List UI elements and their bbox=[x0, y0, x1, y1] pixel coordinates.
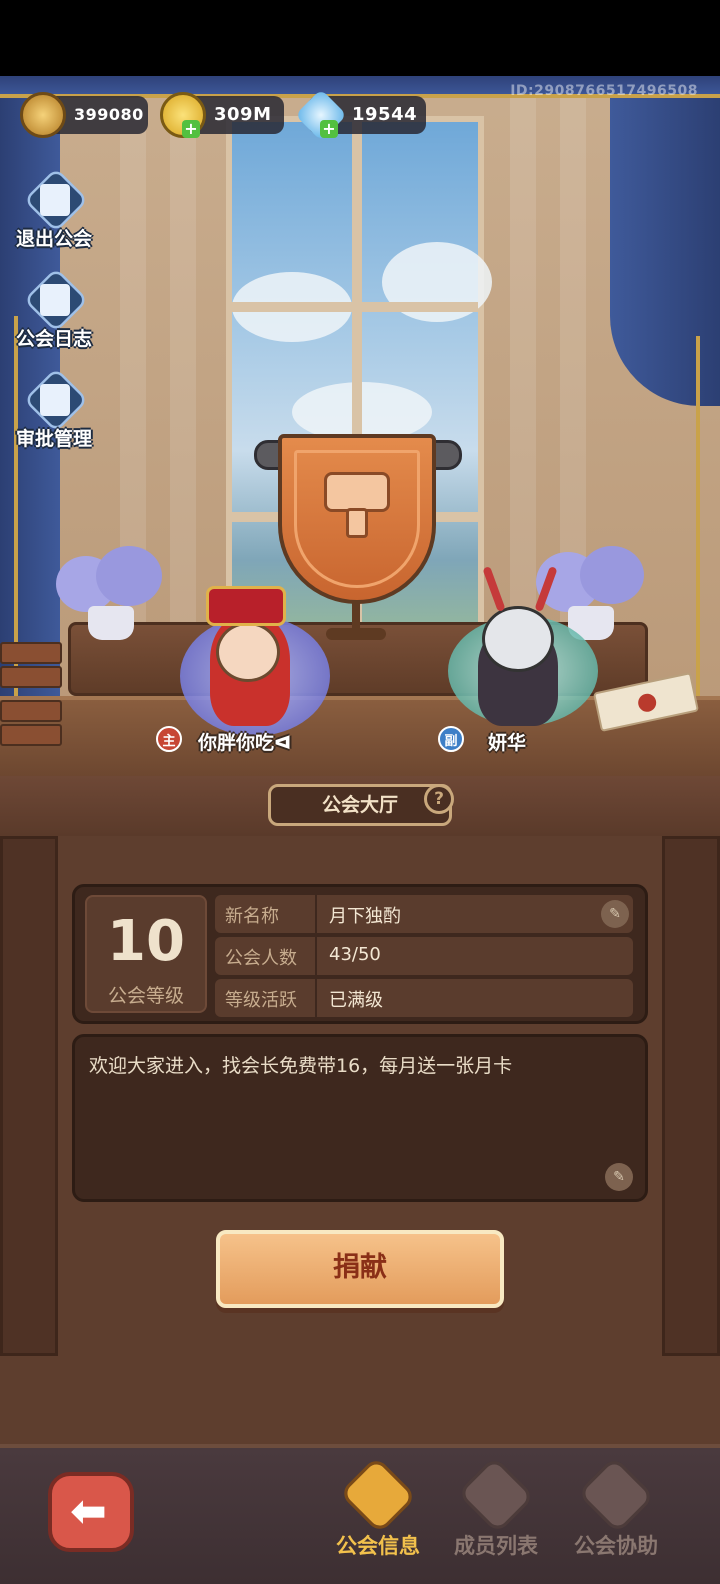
guild-level-card: 10 公会等级 bbox=[85, 895, 207, 1013]
tab-member-list[interactable]: 成员列表 bbox=[436, 1448, 556, 1584]
medal-icon bbox=[20, 92, 66, 138]
add-gold-icon[interactable]: + bbox=[182, 120, 200, 138]
member-count-key: 公会人数 bbox=[225, 948, 297, 969]
guild-name-value: 月下独酌 bbox=[329, 906, 401, 927]
tab-guild-assist[interactable]: 公会协助 bbox=[556, 1448, 676, 1584]
tab-guild-assist-label: 公会协助 bbox=[574, 1534, 658, 1558]
help-icon[interactable]: ? bbox=[424, 784, 454, 814]
exit-guild-button[interactable]: 退出公会 bbox=[10, 167, 98, 262]
handshake-icon bbox=[576, 1455, 656, 1535]
activity-value: 已满级 bbox=[329, 990, 383, 1011]
curtain-right bbox=[610, 76, 720, 406]
flower-vase-left bbox=[56, 546, 166, 646]
guild-level-label: 公会等级 bbox=[107, 985, 184, 1007]
bottom-navbar: ⬅ 公会信息 成员列表 公会协助 bbox=[0, 1444, 720, 1584]
approval-label: 审批管理 bbox=[15, 428, 92, 450]
guild-log-button[interactable]: 公会日志 bbox=[10, 267, 98, 362]
deputy-badge: 副 bbox=[438, 726, 464, 752]
hammer-emblem-icon bbox=[324, 472, 390, 538]
activity-key: 等级活跃 bbox=[225, 990, 297, 1011]
player-uid: ID:2908766517496508 bbox=[510, 83, 698, 99]
crystal-currency[interactable]: + 19544 bbox=[294, 88, 426, 142]
leader-badge: 主 bbox=[156, 726, 182, 752]
tab-guild-info[interactable]: 公会信息 bbox=[318, 1448, 438, 1584]
guild-name-row: 新名称 月下独酌 ✎ bbox=[215, 895, 633, 933]
member-list-icon bbox=[456, 1455, 536, 1535]
status-bar bbox=[0, 0, 720, 76]
guild-info-panel: 公会大厅 ? 10 公会等级 新名称 月下独酌 ✎ 公会人数 43/50 等级活… bbox=[0, 776, 720, 1444]
deputy-name: 妍华 bbox=[488, 732, 527, 754]
add-crystal-icon[interactable]: + bbox=[320, 120, 338, 138]
guild-notice: 欢迎大家进入，找会长免费带16，每月送一张月卡 ✎ bbox=[72, 1034, 648, 1202]
gold-currency[interactable]: + 309M bbox=[160, 92, 284, 138]
edit-notice-icon[interactable]: ✎ bbox=[605, 1163, 633, 1191]
donate-button[interactable]: 捐献 bbox=[216, 1230, 504, 1308]
medal-currency[interactable]: 399080 bbox=[20, 92, 148, 138]
medal-value: 399080 bbox=[74, 105, 144, 124]
back-button[interactable]: ⬅ bbox=[48, 1472, 134, 1552]
guild-notice-text: 欢迎大家进入，找会长免费带16，每月送一张月卡 bbox=[89, 1055, 513, 1077]
guild-level-value: 10 bbox=[107, 909, 185, 974]
gold-value: 309M bbox=[214, 104, 272, 125]
leader-name: 你胖你吃ᐊ bbox=[198, 732, 292, 754]
crystal-value: 19544 bbox=[352, 104, 418, 125]
tab-member-list-label: 成员列表 bbox=[454, 1534, 538, 1558]
tab-guild-info-label: 公会信息 bbox=[336, 1534, 420, 1558]
books-icon bbox=[0, 642, 66, 752]
activity-row: 等级活跃 已满级 bbox=[215, 979, 633, 1017]
edit-name-icon[interactable]: ✎ bbox=[601, 900, 629, 928]
exit-guild-label: 退出公会 bbox=[15, 228, 92, 250]
guild-name-key: 新名称 bbox=[225, 906, 279, 927]
member-count-value: 43/50 bbox=[329, 944, 381, 965]
guild-info-icon bbox=[338, 1455, 418, 1535]
approval-button[interactable]: 审批管理 bbox=[10, 367, 98, 462]
guild-log-label: 公会日志 bbox=[15, 328, 92, 350]
back-arrow-icon: ⬅ bbox=[70, 1486, 107, 1537]
guild-hall-scene: 主 你胖你吃ᐊ 副 妍华 bbox=[0, 76, 720, 776]
member-count-row: 公会人数 43/50 bbox=[215, 937, 633, 975]
guild-summary: 10 公会等级 新名称 月下独酌 ✎ 公会人数 43/50 等级活跃 已满级 bbox=[72, 884, 648, 1024]
